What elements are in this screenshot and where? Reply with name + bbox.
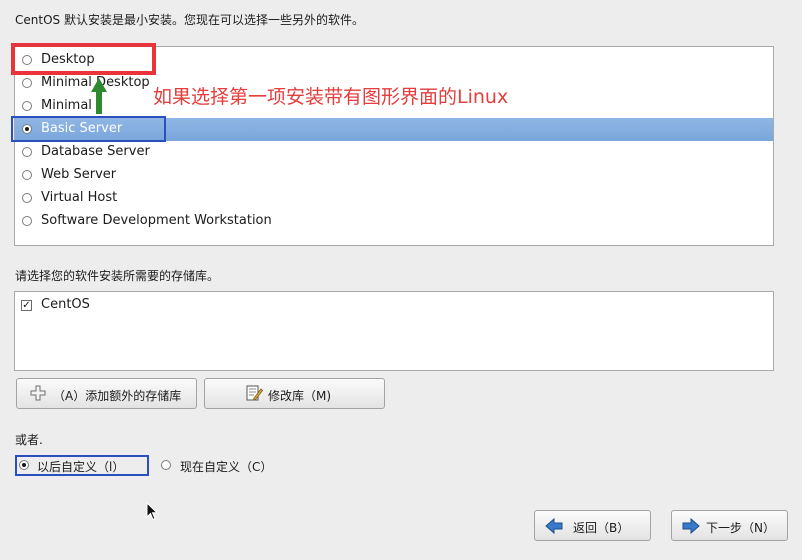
repo-item-centos[interactable]: ✓ CentOS — [15, 294, 773, 317]
install-type-list[interactable]: Desktop Minimal Desktop Minimal Basic Se… — [14, 46, 774, 246]
install-option-label: Virtual Host — [41, 190, 118, 205]
back-button[interactable]: 返回（B） — [534, 510, 651, 541]
next-button-label: 下一步（N） — [706, 521, 775, 535]
repository-list[interactable]: ✓ CentOS — [14, 291, 774, 371]
modify-repository-label: 修改库（M) — [268, 389, 332, 403]
annotation-arrow-icon — [91, 78, 107, 114]
repo-label: CentOS — [41, 297, 90, 312]
next-button[interactable]: 下一步（N） — [671, 510, 788, 541]
page-intro-text: CentOS 默认安装是最小安装。您现在可以选择一些另外的软件。 — [15, 13, 364, 27]
radio-minimal[interactable] — [22, 101, 32, 111]
install-option-label: Minimal — [41, 98, 92, 113]
mouse-cursor-icon — [146, 502, 158, 521]
plus-icon — [30, 385, 46, 401]
install-option-label: Web Server — [41, 167, 117, 182]
install-option-virtual-host[interactable]: Virtual Host — [15, 187, 773, 210]
or-label: 或者. — [15, 433, 43, 447]
install-option-label: Software Development Workstation — [41, 213, 272, 228]
back-arrow-icon — [545, 517, 563, 535]
add-repository-label: （A）添加额外的存储库 — [53, 389, 182, 403]
install-option-web-server[interactable]: Web Server — [15, 164, 773, 187]
install-option-software-development-workstation[interactable]: Software Development Workstation — [15, 210, 773, 233]
radio-web-server[interactable] — [22, 170, 32, 180]
annotation-text: 如果选择第一项安装带有图形界面的Linux — [153, 86, 509, 108]
annotation-highlight-box — [11, 43, 156, 75]
checkbox-centos[interactable]: ✓ — [21, 300, 32, 311]
add-repository-button[interactable]: （A）添加额外的存储库 — [16, 378, 197, 409]
modify-repository-button[interactable]: 修改库（M) — [204, 378, 385, 409]
back-button-label: 返回（B） — [573, 521, 630, 535]
install-option-label: Database Server — [41, 144, 150, 159]
edit-document-icon — [246, 385, 263, 401]
radio-database-server[interactable] — [22, 147, 32, 157]
install-option-database-server[interactable]: Database Server — [15, 141, 773, 164]
annotation-highlight-box — [11, 116, 166, 142]
repo-prompt-text: 请选择您的软件安装所需要的存储库。 — [15, 269, 220, 283]
radio-virtual-host[interactable] — [22, 193, 32, 203]
radio-software-development-workstation[interactable] — [22, 216, 32, 226]
forward-arrow-icon — [682, 517, 700, 535]
radio-customize-now[interactable] — [161, 460, 171, 470]
radio-minimal-desktop[interactable] — [22, 78, 32, 88]
customize-now-label[interactable]: 现在自定义（C） — [180, 458, 272, 475]
annotation-highlight-box — [15, 455, 149, 476]
